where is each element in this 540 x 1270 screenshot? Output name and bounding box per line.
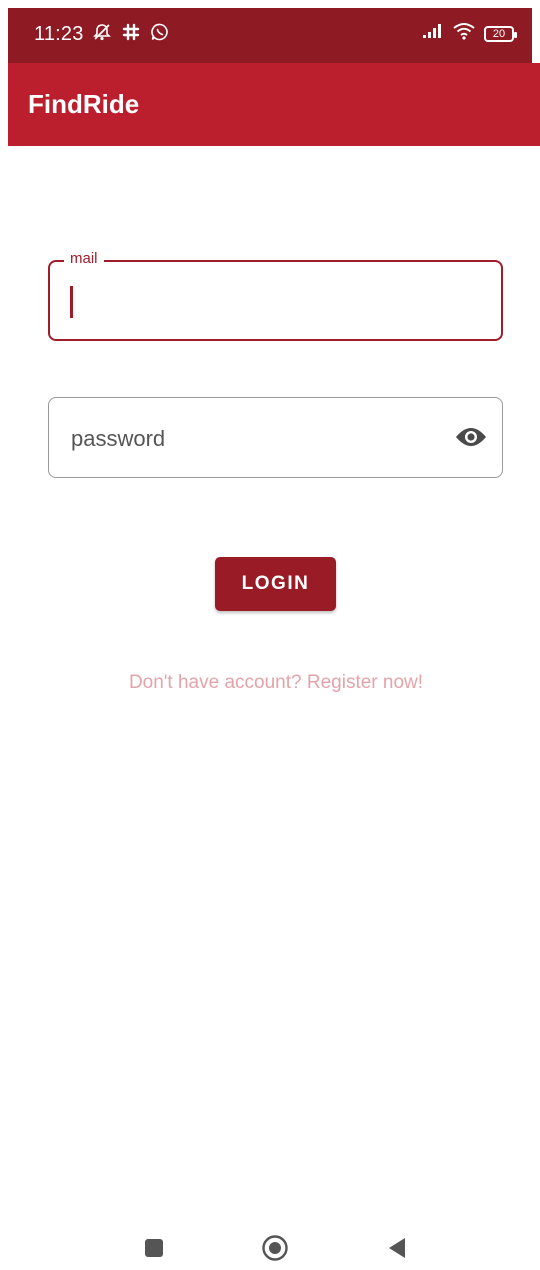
system-icons: 20 — [422, 22, 517, 45]
battery-icon: 20 — [484, 25, 517, 42]
app-bar: FindRide — [8, 63, 540, 146]
eye-icon[interactable] — [454, 422, 488, 452]
password-input[interactable] — [69, 418, 433, 460]
password-field[interactable] — [48, 397, 503, 478]
register-link[interactable]: Don't have account? Register now! — [0, 672, 540, 694]
recent-apps-icon[interactable] — [145, 1239, 163, 1257]
status-time: 11:23 — [34, 23, 84, 45]
whatsapp-icon — [150, 22, 170, 47]
mute-icon — [92, 22, 112, 47]
back-icon[interactable] — [386, 1236, 408, 1260]
login-screen: 11:23 20 FindRide mail LOGIN Don't have … — [0, 0, 540, 1270]
app-title: FindRide — [28, 89, 140, 119]
slack-icon — [122, 23, 140, 46]
mail-label: mail — [64, 250, 104, 267]
wifi-icon — [452, 22, 476, 45]
home-icon[interactable] — [261, 1234, 289, 1262]
status-bar: 11:23 20 — [8, 8, 532, 63]
login-button[interactable]: LOGIN — [215, 557, 336, 611]
navigation-bar — [0, 1230, 540, 1270]
signal-icon — [422, 23, 444, 44]
notification-icons — [92, 22, 170, 47]
text-cursor — [70, 286, 73, 318]
mail-field[interactable]: mail — [48, 250, 503, 341]
mail-input[interactable] — [68, 280, 472, 322]
